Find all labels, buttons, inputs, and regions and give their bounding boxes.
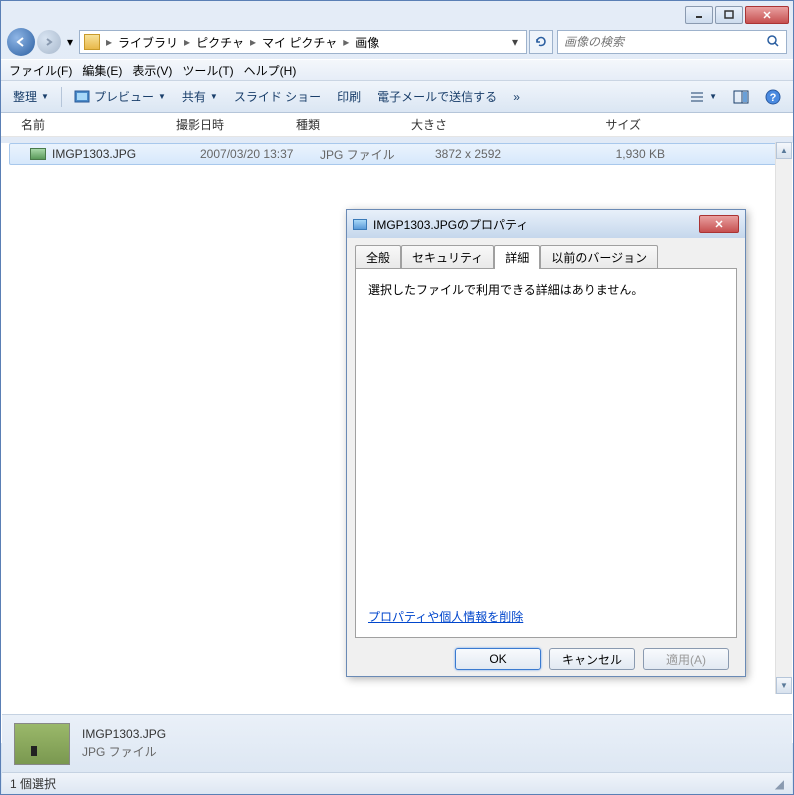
chevron-right-icon[interactable]: ▸ [248, 35, 258, 49]
dialog-button-row: OK キャンセル 適用(A) [355, 638, 737, 670]
details-filetype: JPG ファイル [82, 743, 166, 760]
preview-pane-button[interactable] [729, 88, 753, 106]
file-row[interactable]: IMGP1303.JPG 2007/03/20 13:37 JPG ファイル 3… [9, 143, 785, 165]
navigation-bar: ▾ ▸ ライブラリ ▸ ピクチャ ▸ マイ ピクチャ ▸ 画像 ▾ [1, 29, 793, 59]
search-input[interactable] [564, 35, 766, 49]
thumbnail [14, 723, 70, 765]
column-filesize[interactable]: サイズ [571, 116, 641, 133]
file-size: 1,930 KB [595, 147, 665, 161]
view-options-button[interactable]: ▼ [685, 88, 721, 106]
breadcrumb-segment[interactable]: マイ ピクチャ [258, 34, 341, 51]
preview-button[interactable]: プレビュー ▼ [70, 86, 170, 107]
status-text: 1 個選択 [10, 775, 56, 792]
window-titlebar [1, 1, 793, 29]
chevron-right-icon[interactable]: ▸ [104, 35, 114, 49]
menu-help[interactable]: ヘルプ(H) [244, 62, 297, 79]
no-details-message: 選択したファイルで利用できる詳細はありません。 [368, 281, 724, 298]
column-type[interactable]: 種類 [296, 116, 411, 133]
file-dimensions: 3872 x 2592 [435, 147, 595, 161]
dialog-icon [353, 219, 367, 230]
maximize-button[interactable] [715, 6, 743, 24]
forward-button[interactable] [37, 30, 61, 54]
breadcrumb-dropdown-icon[interactable]: ▾ [508, 35, 522, 49]
search-icon[interactable] [766, 34, 780, 51]
tab-panel: 選択したファイルで利用できる詳細はありません。 プロパティや個人情報を削除 [355, 268, 737, 638]
menu-bar: ファイル(F) 編集(E) 表示(V) ツール(T) ヘルプ(H) [1, 59, 793, 81]
tab-strip: 全般 セキュリティ 詳細 以前のバージョン [355, 245, 737, 269]
dialog-title: IMGP1303.JPGのプロパティ [373, 216, 699, 233]
scroll-up-icon[interactable]: ▲ [776, 142, 792, 159]
menu-edit[interactable]: 編集(E) [82, 62, 122, 79]
breadcrumb-segment[interactable]: ライブラリ [114, 34, 182, 51]
file-name: IMGP1303.JPG [52, 147, 200, 161]
details-pane: IMGP1303.JPG JPG ファイル [2, 714, 792, 772]
ok-button[interactable]: OK [455, 648, 541, 670]
search-box[interactable] [557, 30, 787, 54]
refresh-button[interactable] [529, 30, 553, 54]
menu-view[interactable]: 表示(V) [132, 62, 172, 79]
scroll-down-icon[interactable]: ▼ [776, 677, 792, 694]
minimize-button[interactable] [685, 6, 713, 24]
preview-icon [74, 89, 90, 105]
column-name[interactable]: 名前 [21, 116, 176, 133]
dialog-close-button[interactable] [699, 215, 739, 233]
print-button[interactable]: 印刷 [333, 86, 365, 107]
svg-text:?: ? [770, 92, 777, 104]
tab-details[interactable]: 詳細 [494, 245, 540, 269]
resize-grip-icon[interactable]: ◢ [775, 777, 784, 791]
status-bar: 1 個選択 ◢ [2, 772, 792, 794]
close-button[interactable] [745, 6, 789, 24]
menu-tools[interactable]: ツール(T) [182, 62, 233, 79]
chevron-right-icon[interactable]: ▸ [182, 35, 192, 49]
organize-button[interactable]: 整理 ▼ [9, 86, 53, 107]
folder-icon [84, 34, 100, 50]
dialog-titlebar[interactable]: IMGP1303.JPGのプロパティ [347, 210, 745, 238]
overflow-button[interactable]: » [509, 88, 524, 106]
help-button[interactable]: ? [761, 87, 785, 107]
vertical-scrollbar[interactable]: ▲ ▼ [775, 142, 792, 694]
column-dimensions[interactable]: 大きさ [411, 116, 571, 133]
apply-button[interactable]: 適用(A) [643, 648, 729, 670]
separator [61, 87, 62, 107]
breadcrumb-bar[interactable]: ▸ ライブラリ ▸ ピクチャ ▸ マイ ピクチャ ▸ 画像 ▾ [79, 30, 527, 54]
details-filename: IMGP1303.JPG [82, 727, 166, 741]
properties-dialog: IMGP1303.JPGのプロパティ 全般 セキュリティ 詳細 以前のバージョン… [346, 209, 746, 677]
tab-previous-versions[interactable]: 以前のバージョン [540, 245, 658, 269]
breadcrumb-segment[interactable]: ピクチャ [192, 34, 248, 51]
cancel-button[interactable]: キャンセル [549, 648, 635, 670]
tab-general[interactable]: 全般 [355, 245, 401, 269]
share-button[interactable]: 共有 ▼ [178, 86, 222, 107]
column-date[interactable]: 撮影日時 [176, 116, 296, 133]
column-headers: 名前 撮影日時 種類 大きさ サイズ [1, 113, 793, 137]
tab-security[interactable]: セキュリティ [401, 245, 494, 269]
command-bar: 整理 ▼ プレビュー ▼ 共有 ▼ スライド ショー 印刷 電子メールで送信する… [1, 81, 793, 113]
slideshow-button[interactable]: スライド ショー [230, 86, 325, 107]
history-dropdown-icon[interactable]: ▾ [63, 32, 77, 52]
email-button[interactable]: 電子メールで送信する [373, 86, 501, 107]
breadcrumb-segment[interactable]: 画像 [351, 34, 383, 51]
image-file-icon [30, 148, 46, 160]
remove-properties-link[interactable]: プロパティや個人情報を削除 [368, 608, 523, 625]
menu-file[interactable]: ファイル(F) [9, 62, 72, 79]
back-button[interactable] [7, 28, 35, 56]
chevron-right-icon[interactable]: ▸ [341, 35, 351, 49]
explorer-window: ▾ ▸ ライブラリ ▸ ピクチャ ▸ マイ ピクチャ ▸ 画像 ▾ ファイル(F… [0, 0, 794, 795]
file-type: JPG ファイル [320, 146, 435, 163]
file-date: 2007/03/20 13:37 [200, 147, 320, 161]
